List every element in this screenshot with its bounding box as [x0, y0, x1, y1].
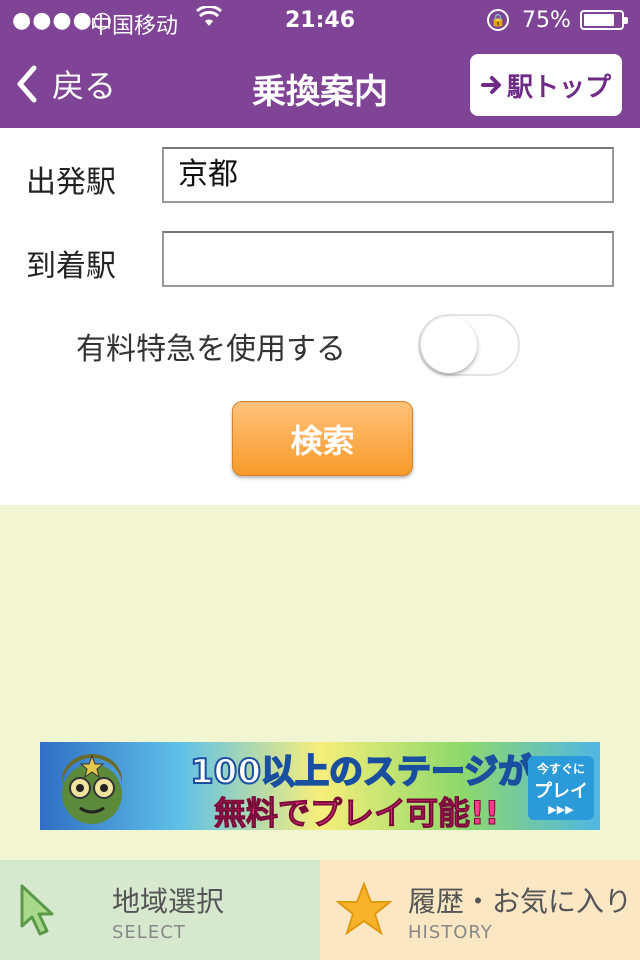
departure-label: 出発駅 — [26, 165, 116, 200]
battery-percentage: 75% — [522, 8, 571, 33]
ad-play-button[interactable]: 今すぐに プレイ ▶▶▶ — [528, 756, 594, 820]
departure-station-input[interactable]: 京都 — [162, 147, 614, 203]
rotation-lock-icon: 🔒 — [487, 9, 509, 31]
back-button[interactable]: 戻る — [16, 62, 116, 106]
tab-history-favorites[interactable]: 履歴・お気に入り HISTORY — [320, 860, 640, 960]
ad-cta-arrows: ▶▶▶ — [548, 803, 574, 816]
station-top-label: 駅トップ — [506, 72, 611, 103]
tab-history-label: 履歴・お気に入り — [408, 885, 633, 918]
bottom-tab-bar: 地域選択 SELECT 履歴・お気に入り HISTORY — [0, 860, 640, 960]
star-icon — [335, 881, 393, 936]
tab-select-label: 地域選択 — [112, 885, 225, 918]
route-search-form: 出発駅 京都 到着駅 有料特急を使用する 検索 — [0, 128, 640, 505]
back-label: 戻る — [52, 67, 117, 105]
tab-history-sub: HISTORY — [408, 922, 493, 943]
arrival-station-input[interactable] — [162, 231, 614, 287]
ad-banner[interactable]: 100以上のステージが 無料でプレイ可能!! 今すぐに プレイ ▶▶▶ — [40, 742, 600, 830]
station-top-button[interactable]: 駅トップ — [470, 54, 622, 116]
tab-select-region[interactable]: 地域選択 SELECT — [0, 860, 320, 960]
ad-headline: 100以上のステージが — [189, 751, 533, 793]
navigation-bar: 戻る 乗換案内 駅トップ — [0, 40, 640, 128]
express-toggle-switch[interactable] — [418, 314, 520, 376]
toggle-knob — [421, 317, 477, 373]
chevron-left-icon — [17, 65, 37, 103]
tab-select-sub: SELECT — [112, 922, 186, 943]
status-bar: ●●●●○ 中国移动 21:46 🔒 75% — [0, 0, 640, 40]
ad-subheadline: 無料でプレイ可能!! — [213, 794, 500, 831]
arrow-right-icon — [480, 76, 501, 94]
express-toggle-label: 有料特急を使用する — [76, 332, 346, 367]
search-button[interactable]: 検索 — [232, 401, 413, 476]
frog-mascot-icon — [62, 754, 122, 824]
ad-cta-top: 今すぐに — [536, 762, 585, 776]
cursor-arrow-icon — [20, 884, 54, 936]
arrival-label: 到着駅 — [26, 249, 116, 284]
battery-icon — [580, 10, 628, 30]
ad-cta-main: プレイ — [534, 781, 588, 802]
